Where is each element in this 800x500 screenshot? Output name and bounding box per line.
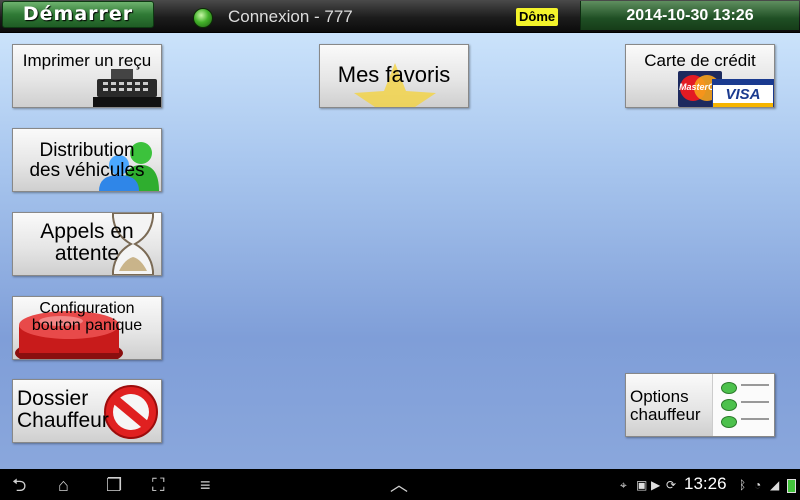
visa-icon: VISA xyxy=(712,79,774,107)
print-receipt-button[interactable]: Imprimer un reçu xyxy=(12,44,162,108)
driver-file-label: Dossier Chauffeur xyxy=(17,387,109,433)
panic-button-config-label: Configuration bouton panique xyxy=(31,300,143,334)
visa-text: VISA xyxy=(725,86,761,103)
checklist-icon xyxy=(712,374,774,436)
media-icon: ▶ xyxy=(651,478,661,492)
calls-waiting-label: Appels en attente xyxy=(40,220,134,266)
signal-icon: ◢ xyxy=(770,478,780,492)
wifi-icon: ◔ xyxy=(754,478,762,492)
bluetooth-icon: ᛒ xyxy=(739,478,747,492)
expand-up-icon[interactable]: ︿ xyxy=(390,475,408,495)
top-bar: Démarrer Connexion - 777 Dôme 2014-10-30… xyxy=(0,0,800,33)
system-status-bar: ⮌ ⌂ ❐ ⛶ ≡ ︿ ⌖ ▣ ▶ ⟳ 13:26 ᛒ ◔ ◢ xyxy=(0,469,800,500)
battery-icon xyxy=(787,479,796,493)
favorites-label: Mes favoris xyxy=(337,62,451,87)
main-area: Imprimer un reçu Mes favoris Carte de cr… xyxy=(0,33,800,469)
dome-badge[interactable]: Dôme xyxy=(516,8,559,26)
vehicle-distribution-button[interactable]: Distribution des véhicules xyxy=(12,128,162,192)
driver-file-button[interactable]: Dossier Chauffeur xyxy=(12,379,162,443)
favorites-button[interactable]: Mes favoris xyxy=(319,44,469,108)
cash-register-icon xyxy=(93,69,161,107)
credit-card-button[interactable]: Carte de crédit MasterCard VISA xyxy=(625,44,775,108)
home-icon[interactable]: ⌂ xyxy=(58,475,69,495)
vehicle-distribution-label: Distribution des véhicules xyxy=(29,140,145,181)
back-icon[interactable]: ⮌ xyxy=(12,475,26,495)
driver-options-label: Options chauffeur xyxy=(630,387,701,424)
recent-apps-icon[interactable]: ❐ xyxy=(106,475,122,495)
system-clock: 13:26 xyxy=(684,474,727,493)
datetime-display: 2014-10-30 13:26 xyxy=(580,1,799,30)
sync-icon: ⟳ xyxy=(666,478,677,492)
image-icon: ▣ xyxy=(636,478,648,492)
calls-waiting-button[interactable]: Appels en attente xyxy=(12,212,162,276)
connection-text: Connexion - 777 xyxy=(228,7,353,26)
panic-button-config-button[interactable]: Configuration bouton panique xyxy=(12,296,162,360)
driver-options-button[interactable]: Options chauffeur xyxy=(625,373,775,437)
screenshot-icon[interactable]: ⛶ xyxy=(152,475,165,495)
start-button[interactable]: Démarrer xyxy=(2,1,154,28)
connection-status-led-icon xyxy=(193,8,213,28)
credit-card-label: Carte de crédit xyxy=(644,51,756,70)
no-entry-icon xyxy=(104,385,158,439)
print-receipt-label: Imprimer un reçu xyxy=(22,51,152,70)
menu-icon[interactable]: ≡ xyxy=(200,475,211,495)
gps-icon: ⌖ xyxy=(620,478,627,492)
